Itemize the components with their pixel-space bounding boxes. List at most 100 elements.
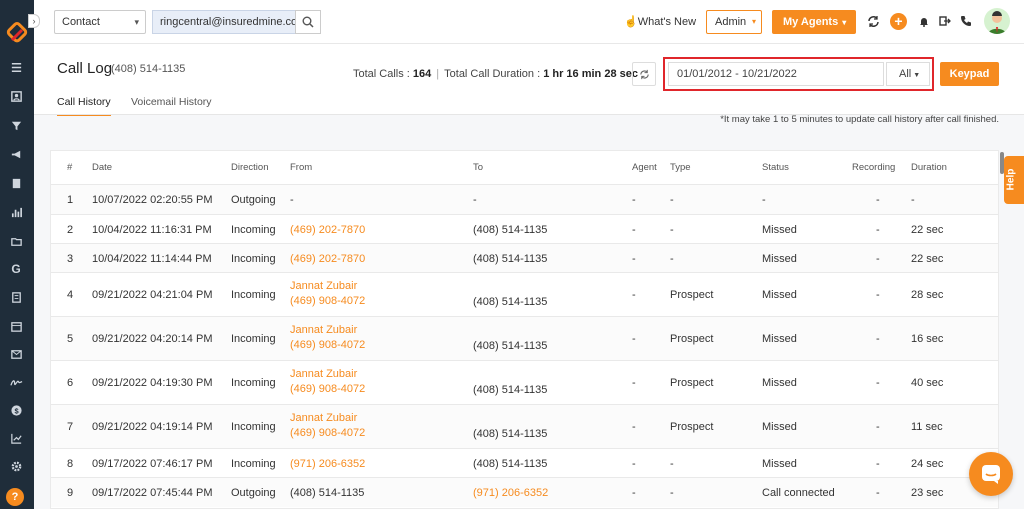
gear-icon[interactable] bbox=[8, 459, 24, 473]
call-status: Missed bbox=[762, 377, 797, 389]
search-button[interactable] bbox=[295, 10, 321, 34]
agent: - bbox=[632, 289, 636, 301]
contacts-icon[interactable] bbox=[8, 89, 24, 103]
to-phone: (408) 514-1135 bbox=[473, 458, 548, 470]
from-phone-link[interactable]: (971) 206-6352 bbox=[290, 458, 365, 470]
total-duration-value: 1 hr 16 min 28 sec bbox=[543, 68, 638, 80]
recording: - bbox=[876, 458, 880, 470]
agent: - bbox=[632, 458, 636, 470]
analytics-icon[interactable] bbox=[8, 205, 24, 219]
bell-icon[interactable] bbox=[917, 14, 931, 28]
call-direction: Incoming bbox=[231, 458, 276, 470]
to-phone: - bbox=[473, 194, 477, 206]
document-icon[interactable] bbox=[8, 176, 24, 190]
table-row[interactable]: 3 10/04/2022 11:14:44 PM Incoming (469) 202… bbox=[51, 243, 998, 272]
contact-type-select[interactable]: Contact ▾ bbox=[54, 10, 146, 34]
call-status: - bbox=[762, 194, 766, 206]
from-phone-link[interactable]: (469) 908-4072 bbox=[290, 383, 365, 395]
from-phone-link[interactable]: (469) 908-4072 bbox=[290, 427, 365, 439]
row-number: 1 bbox=[67, 194, 74, 206]
to-phone-link[interactable]: (971) 206-6352 bbox=[473, 487, 548, 499]
search-input[interactable]: ringcentral@insuredmine.com bbox=[152, 10, 306, 34]
chevron-down-icon: ▾ bbox=[842, 18, 847, 27]
agent: - bbox=[632, 333, 636, 345]
from-contact-name[interactable]: Jannat Zubair bbox=[290, 324, 357, 336]
recording: - bbox=[876, 377, 880, 389]
from-phone: - bbox=[290, 194, 294, 206]
chat-button[interactable] bbox=[969, 452, 1013, 496]
mail-icon[interactable] bbox=[8, 347, 24, 361]
total-calls-value: 164 bbox=[412, 68, 432, 80]
menu-icon[interactable] bbox=[8, 60, 24, 74]
filter-icon[interactable] bbox=[8, 118, 24, 132]
table-row[interactable]: 7 09/21/2022 04:19:14 PM Incoming Jannat Zu… bbox=[51, 404, 998, 448]
add-button[interactable]: + bbox=[890, 13, 907, 30]
from-phone-link[interactable]: (469) 908-4072 bbox=[290, 339, 365, 351]
signature-icon[interactable] bbox=[8, 375, 24, 389]
call-direction: Incoming bbox=[231, 253, 276, 265]
chart-icon[interactable] bbox=[8, 431, 24, 445]
table-row[interactable]: 4 09/21/2022 04:21:04 PM Incoming Jannat Zu… bbox=[51, 272, 998, 316]
sync-icon[interactable] bbox=[866, 14, 880, 28]
megaphone-icon[interactable] bbox=[8, 147, 24, 161]
column-header: Type bbox=[670, 162, 691, 173]
call-date: 09/17/2022 07:46:17 PM bbox=[92, 458, 213, 470]
call-status: Call connected bbox=[762, 487, 835, 499]
tab-voicemail-history[interactable]: Voicemail History bbox=[131, 96, 212, 114]
from-contact-name[interactable]: Jannat Zubair bbox=[290, 412, 357, 424]
avatar[interactable] bbox=[984, 8, 1010, 34]
call-duration: 11 sec bbox=[911, 421, 943, 433]
from-phone-link[interactable]: (469) 202-7870 bbox=[290, 253, 365, 265]
recording: - bbox=[876, 333, 880, 345]
table-row[interactable]: 6 09/21/2022 04:19:30 PM Incoming Jannat Zu… bbox=[51, 360, 998, 404]
table-row[interactable]: 9 09/17/2022 07:45:44 PM Outgoing (408) 514… bbox=[51, 477, 998, 507]
my-agents-button[interactable]: My Agents ▾ bbox=[772, 10, 856, 34]
google-icon[interactable]: G bbox=[8, 262, 24, 276]
dollar-icon[interactable]: $ bbox=[8, 403, 24, 417]
help-tab[interactable]: Help bbox=[1004, 156, 1024, 204]
table-row[interactable]: 1 10/07/2022 02:20:55 PM Outgoing - - - - - - - bbox=[51, 184, 998, 214]
call-stats: Total Calls : 164 | Total Call Duration : … bbox=[353, 68, 638, 80]
sidebar: G $ ? bbox=[0, 0, 34, 509]
refresh-button[interactable] bbox=[632, 62, 656, 86]
call-duration: 23 sec bbox=[911, 487, 944, 499]
folder-icon[interactable] bbox=[8, 234, 24, 248]
form-icon[interactable] bbox=[8, 290, 24, 304]
recording: - bbox=[876, 194, 880, 206]
from-contact-name[interactable]: Jannat Zubair bbox=[290, 368, 357, 380]
sidebar-toggle-button[interactable]: › bbox=[28, 14, 40, 28]
tab-call-history[interactable]: Call History bbox=[57, 96, 111, 116]
column-header: Agent bbox=[632, 162, 657, 173]
call-status: Missed bbox=[762, 253, 797, 265]
chat-icon bbox=[982, 465, 1000, 484]
row-number: 4 bbox=[67, 289, 74, 301]
table-row[interactable]: 5 09/21/2022 04:20:14 PM Incoming Jannat Zu… bbox=[51, 316, 998, 360]
call-date: 09/21/2022 04:19:14 PM bbox=[92, 421, 213, 433]
from-phone-link[interactable]: (469) 908-4072 bbox=[290, 295, 365, 307]
logout-icon[interactable] bbox=[938, 14, 952, 28]
logo-icon[interactable] bbox=[4, 22, 30, 48]
call-date: 10/04/2022 11:14:44 PM bbox=[92, 253, 212, 265]
contact-type: - bbox=[670, 487, 674, 499]
phone-icon[interactable] bbox=[959, 14, 973, 28]
agent: - bbox=[632, 377, 636, 389]
call-direction: Incoming bbox=[231, 224, 276, 236]
table-row[interactable]: 2 10/04/2022 11:16:31 PM Incoming (469) 202… bbox=[51, 214, 998, 243]
keypad-button[interactable]: Keypad bbox=[940, 62, 999, 86]
total-duration-label: Total Call Duration : bbox=[444, 68, 541, 80]
row-number: 8 bbox=[67, 458, 74, 470]
recording: - bbox=[876, 253, 880, 265]
admin-select[interactable]: Admin ▾ bbox=[706, 10, 762, 34]
call-duration: 16 sec bbox=[911, 333, 944, 345]
highlight-annotation bbox=[663, 57, 934, 91]
from-contact-name[interactable]: Jannat Zubair bbox=[290, 280, 357, 292]
call-duration: 22 sec bbox=[911, 224, 944, 236]
recording: - bbox=[876, 421, 880, 433]
table-row[interactable]: 8 09/17/2022 07:46:17 PM Incoming (971) 206… bbox=[51, 448, 998, 477]
calendar-icon[interactable] bbox=[8, 319, 24, 333]
whats-new-link[interactable]: ☝What's New bbox=[624, 15, 696, 28]
help-icon[interactable]: ? bbox=[6, 488, 24, 506]
from-phone-link[interactable]: (469) 202-7870 bbox=[290, 224, 365, 236]
agent: - bbox=[632, 194, 636, 206]
call-direction: Incoming bbox=[231, 421, 276, 433]
